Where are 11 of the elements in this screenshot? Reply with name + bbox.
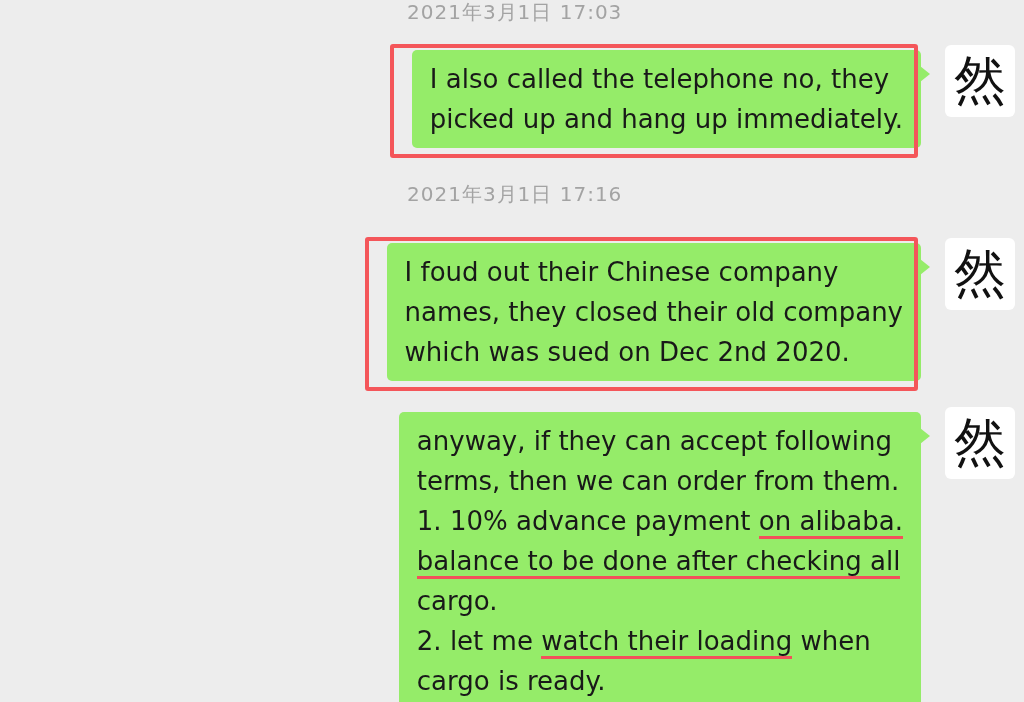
message-bubble: anyway, if they can accept following terms, then we can order from them. 1. 10% advance payment on alibaba. balance to be done after checking all cargo. 2. let me watch their loading when cargo is ready. bbox=[398, 412, 921, 702]
message-bubble: I also called the telephone no, they picked up and hang up immediately. bbox=[411, 50, 921, 148]
message-bubble: I foud out their Chinese company names, they closed their old company which was sued on Dec 2nd 2020. bbox=[386, 243, 921, 381]
timestamp: 2021年3月1日 17:16 bbox=[407, 182, 623, 206]
avatar[interactable]: 然 bbox=[945, 238, 1015, 310]
timestamp: 2021年3月1日 17:03 bbox=[407, 0, 623, 24]
bubble-tail-icon bbox=[920, 66, 930, 82]
bubble-tail-icon bbox=[920, 428, 930, 444]
avatar[interactable]: 然 bbox=[945, 407, 1015, 479]
avatar[interactable]: 然 bbox=[945, 45, 1015, 117]
bubble-tail-icon bbox=[920, 259, 930, 275]
